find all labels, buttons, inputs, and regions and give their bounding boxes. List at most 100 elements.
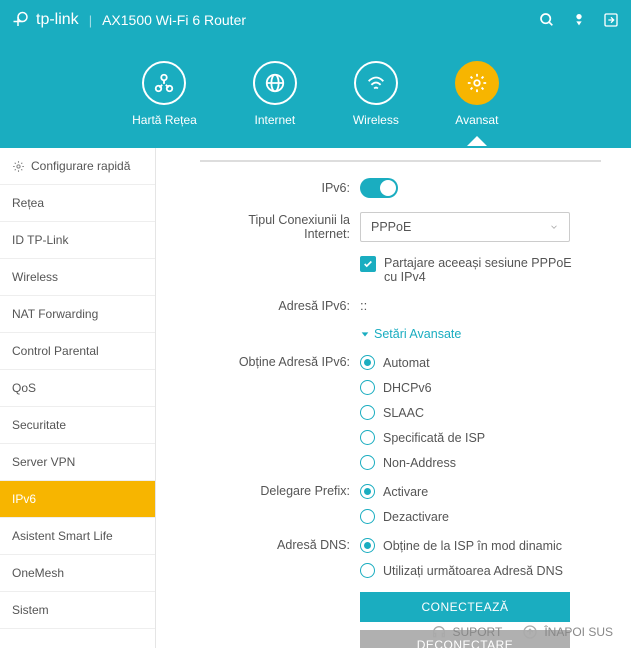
- radio-label: SLAAC: [383, 406, 424, 420]
- sidebar-item-quick-setup[interactable]: Configurare rapidă: [0, 148, 155, 185]
- radio-icon: [360, 430, 375, 445]
- sidebar-item-qos[interactable]: QoS: [0, 370, 155, 407]
- sidebar-item-security[interactable]: Securitate: [0, 407, 155, 444]
- support-label: SUPORT: [453, 625, 503, 639]
- radio-nonaddr[interactable]: Non-Address: [360, 455, 601, 470]
- sidebar-item-ipv6[interactable]: IPv6: [0, 481, 155, 518]
- header: tp-link | AX1500 Wi-Fi 6 Router: [0, 0, 631, 40]
- arrow-up-circle-icon: [522, 624, 538, 640]
- sidebar-item-label: IPv6: [12, 492, 36, 506]
- ipv6-addr-value: ::: [360, 298, 367, 313]
- content-area: IPv6: Tipul Conexiunii la Internet: PPPo…: [156, 148, 631, 648]
- sidebar-item-onemesh[interactable]: OneMesh: [0, 555, 155, 592]
- radio-label: Dezactivare: [383, 510, 449, 524]
- wifi-icon: [365, 72, 387, 94]
- divider: |: [89, 13, 92, 28]
- sidebar-item-parental[interactable]: Control Parental: [0, 333, 155, 370]
- top-label: ÎNAPOI SUS: [544, 625, 613, 639]
- triangle-down-icon: [360, 329, 370, 339]
- gear-icon: [12, 160, 25, 173]
- conn-type-select[interactable]: PPPoE: [360, 212, 570, 242]
- dns-group: Obține de la ISP în mod dinamic Utilizaț…: [360, 538, 601, 578]
- tab-wireless[interactable]: Wireless: [353, 61, 399, 127]
- sidebar-item-nat[interactable]: NAT Forwarding: [0, 296, 155, 333]
- radio-icon: [360, 355, 375, 370]
- product-name: AX1500 Wi-Fi 6 Router: [102, 12, 246, 28]
- radio-label: Specificată de ISP: [383, 431, 485, 445]
- prefix-group: Activare Dezactivare: [360, 484, 601, 524]
- radio-label: Obține de la ISP în mod dinamic: [383, 539, 562, 553]
- advanced-label: Setări Avansate: [374, 327, 461, 341]
- radio-label: Activare: [383, 485, 428, 499]
- radio-icon: [360, 563, 375, 578]
- tplink-logo-icon: [12, 11, 30, 29]
- sidebar-item-smart-life[interactable]: Asistent Smart Life: [0, 518, 155, 555]
- main-tabs: Hartă Rețea Internet Wireless Avansat: [0, 40, 631, 148]
- brand-text: tp-link: [36, 11, 79, 29]
- obtain-addr-label: Obține Adresă IPv6:: [200, 355, 360, 369]
- radio-prefix-disable[interactable]: Dezactivare: [360, 509, 601, 524]
- sidebar-item-tplink-id[interactable]: ID TP-Link: [0, 222, 155, 259]
- sidebar-item-system[interactable]: Sistem: [0, 592, 155, 629]
- ipv6-toggle[interactable]: [360, 178, 398, 198]
- radio-dns-static[interactable]: Utilizați următoarea Adresă DNS: [360, 563, 601, 578]
- chevron-down-icon: [549, 222, 559, 232]
- globe-icon: [264, 72, 286, 94]
- network-icon: [153, 72, 175, 94]
- sidebar-item-label: Configurare rapidă: [31, 159, 130, 173]
- gear-icon: [466, 72, 488, 94]
- radio-slaac[interactable]: SLAAC: [360, 405, 601, 420]
- check-icon: [363, 259, 373, 269]
- sidebar-item-label: Server VPN: [12, 455, 75, 469]
- radio-label: DHCPv6: [383, 381, 432, 395]
- headset-icon: [431, 624, 447, 640]
- share-session-label: Partajare aceeași sesiune PPPoE cu IPv4: [384, 256, 584, 284]
- back-to-top-link[interactable]: ÎNAPOI SUS: [522, 624, 613, 640]
- radio-label: Utilizați următoarea Adresă DNS: [383, 564, 563, 578]
- share-session-checkbox[interactable]: [360, 256, 376, 272]
- radio-icon: [360, 484, 375, 499]
- sidebar-item-label: OneMesh: [12, 566, 64, 580]
- sidebar: Configurare rapidă Rețea ID TP-Link Wire…: [0, 148, 156, 648]
- support-link[interactable]: SUPORT: [431, 624, 503, 640]
- radio-dns-dynamic[interactable]: Obține de la ISP în mod dinamic: [360, 538, 601, 553]
- prefix-label: Delegare Prefix:: [200, 484, 360, 498]
- sidebar-item-label: NAT Forwarding: [12, 307, 98, 321]
- led-icon[interactable]: [571, 12, 587, 28]
- conn-type-label: Tipul Conexiunii la Internet:: [200, 213, 360, 241]
- tab-advanced[interactable]: Avansat: [455, 61, 499, 127]
- logo: tp-link: [12, 11, 79, 29]
- obtain-addr-group: Automat DHCPv6 SLAAC Specificată de ISP …: [360, 355, 601, 470]
- sidebar-item-network[interactable]: Rețea: [0, 185, 155, 222]
- sidebar-item-label: QoS: [12, 381, 36, 395]
- connect-label: CONECTEAZĂ: [421, 600, 508, 614]
- radio-dhcpv6[interactable]: DHCPv6: [360, 380, 601, 395]
- dns-label: Adresă DNS:: [200, 538, 360, 552]
- radio-automat[interactable]: Automat: [360, 355, 601, 370]
- advanced-settings-toggle[interactable]: Setări Avansate: [360, 327, 601, 341]
- radio-icon: [360, 455, 375, 470]
- sidebar-item-label: ID TP-Link: [12, 233, 68, 247]
- sidebar-item-label: Securitate: [12, 418, 66, 432]
- logout-icon[interactable]: [603, 12, 619, 28]
- connect-button[interactable]: CONECTEAZĂ: [360, 592, 570, 622]
- tab-network-map[interactable]: Hartă Rețea: [132, 61, 197, 127]
- footer: SUPORT ÎNAPOI SUS: [431, 624, 613, 640]
- radio-icon: [360, 380, 375, 395]
- sidebar-item-label: Wireless: [12, 270, 58, 284]
- radio-isp[interactable]: Specificată de ISP: [360, 430, 601, 445]
- radio-icon: [360, 405, 375, 420]
- radio-icon: [360, 538, 375, 553]
- search-icon[interactable]: [539, 12, 555, 28]
- radio-prefix-enable[interactable]: Activare: [360, 484, 601, 499]
- ipv6-toggle-label: IPv6:: [200, 181, 360, 195]
- radio-label: Automat: [383, 356, 430, 370]
- sidebar-item-label: Asistent Smart Life: [12, 529, 113, 543]
- tab-internet[interactable]: Internet: [253, 61, 297, 127]
- tab-label: Wireless: [353, 113, 399, 127]
- sidebar-item-label: Sistem: [12, 603, 49, 617]
- radio-label: Non-Address: [383, 456, 456, 470]
- tab-label: Internet: [254, 113, 295, 127]
- sidebar-item-wireless[interactable]: Wireless: [0, 259, 155, 296]
- sidebar-item-vpn[interactable]: Server VPN: [0, 444, 155, 481]
